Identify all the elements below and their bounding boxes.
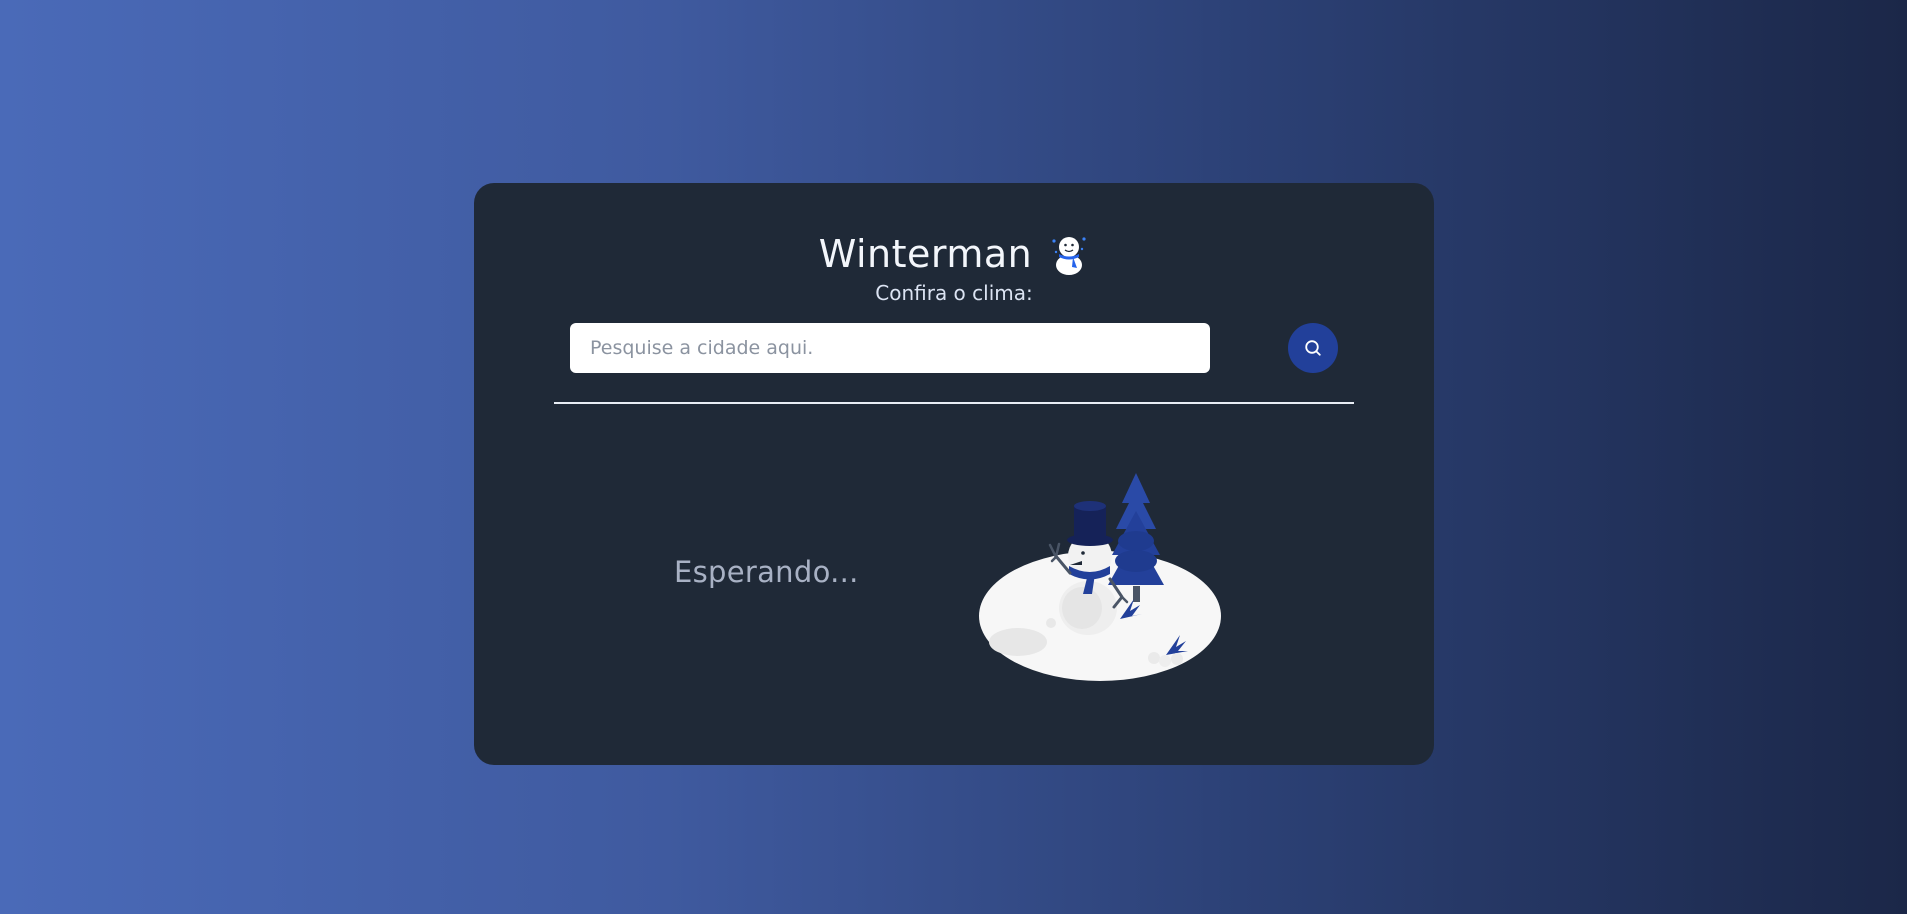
weather-card: Winterman Confira o clima: Pesquise a ci… bbox=[474, 183, 1434, 765]
snowman-icon bbox=[1049, 232, 1089, 276]
page-subtitle: Confira o clima: bbox=[875, 281, 1033, 305]
snowman-scene-illustration bbox=[970, 461, 1230, 681]
app-title: Winterman bbox=[818, 232, 1033, 276]
header: Winterman bbox=[474, 231, 1434, 277]
search-icon bbox=[1303, 338, 1323, 358]
search-button[interactable] bbox=[1288, 323, 1338, 373]
search-input[interactable] bbox=[570, 323, 1210, 373]
divider bbox=[554, 402, 1354, 404]
weather-status: Esperando... bbox=[674, 555, 859, 589]
